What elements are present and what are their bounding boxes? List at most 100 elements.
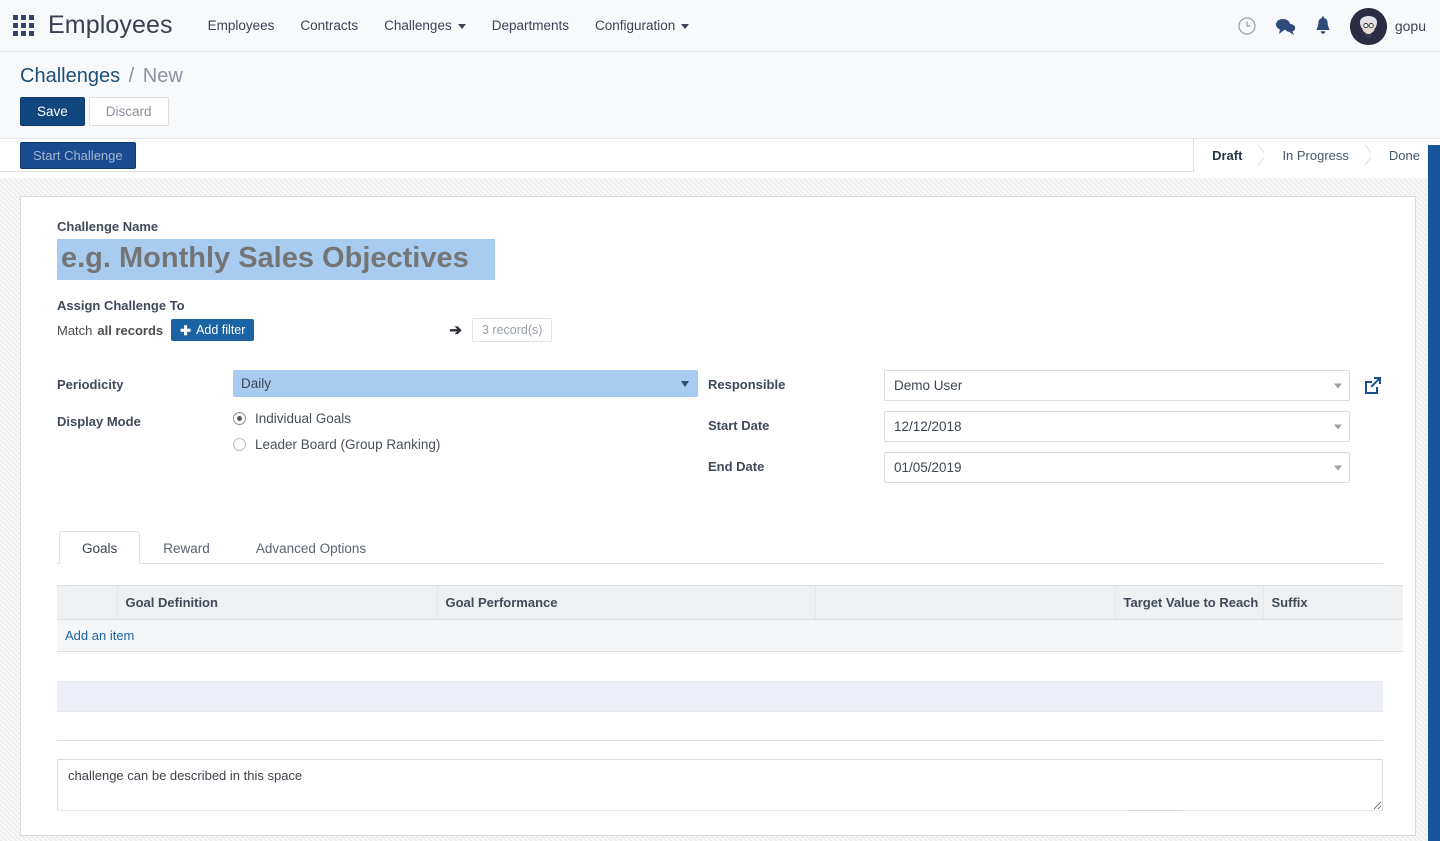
breadcrumb: Challenges / New — [20, 64, 1440, 88]
notebook-tabs: Goals Reward Advanced Options — [57, 531, 1383, 564]
discard-button[interactable]: Discard — [88, 97, 169, 126]
table-header-row: Goal Definition Goal Performance Target … — [57, 585, 1403, 620]
responsible-input-wrap — [884, 370, 1350, 401]
end-date-input-wrap — [884, 452, 1350, 483]
tab-reward[interactable]: Reward — [140, 531, 233, 564]
column-header-target-value[interactable]: Target Value to Reach — [1115, 585, 1264, 620]
record-count-wrap: ➔ 3 record(s) — [449, 318, 553, 342]
menu-item-label: Employees — [207, 18, 275, 33]
menu-item-configuration[interactable]: Configuration — [582, 12, 702, 39]
breadcrumb-root[interactable]: Challenges — [20, 65, 120, 87]
form-content-area: Challenge Name Assign Challenge To Match… — [0, 178, 1440, 841]
column-header-spacer — [815, 585, 1116, 620]
vertical-scrollbar[interactable] — [1427, 145, 1440, 841]
add-an-item-link[interactable]: Add an item — [65, 628, 134, 643]
menu-item-employees[interactable]: Employees — [195, 12, 288, 39]
periodicity-select-wrap: Daily — [233, 370, 698, 397]
control-panel: Challenges / New Save Discard — [0, 52, 1440, 139]
description-textarea[interactable] — [57, 759, 1383, 811]
scrollbar-thumb[interactable] — [1428, 145, 1440, 841]
bell-icon[interactable] — [1314, 16, 1332, 36]
challenge-name-label: Challenge Name — [57, 219, 159, 234]
save-button[interactable]: Save — [20, 97, 85, 126]
add-filter-button[interactable]: ✚ Add filter — [171, 319, 255, 341]
status-stage-label: Draft — [1212, 147, 1243, 163]
app-brand-title[interactable]: Employees — [48, 11, 173, 40]
chat-icon[interactable] — [1275, 17, 1296, 36]
field-end-date: End Date — [708, 452, 1383, 483]
add-item-cell: Add an item — [57, 619, 1403, 652]
status-stage-label: In Progress — [1282, 147, 1349, 163]
statusbar: Draft In Progress Done — [1193, 138, 1440, 172]
notebook: Goals Reward Advanced Options Goal Defin… — [57, 531, 1403, 741]
start-date-label: Start Date — [708, 418, 770, 433]
menu-item-challenges[interactable]: Challenges — [371, 12, 479, 39]
tab-goals[interactable]: Goals — [59, 531, 141, 564]
plus-icon: ✚ — [180, 322, 192, 338]
domain-filter-row: Match all records ✚ Add filter ➔ 3 recor… — [57, 318, 1383, 342]
form-columns: Periodicity Daily Display Mode Individua… — [57, 370, 1383, 493]
menu-item-label: Challenges — [384, 18, 452, 33]
tab-advanced-options[interactable]: Advanced Options — [233, 531, 389, 564]
display-mode-label: Display Mode — [57, 414, 141, 429]
description-underline-right — [1182, 810, 1383, 811]
menu-item-label: Contracts — [300, 18, 359, 33]
radio-label: Leader Board (Group Ranking) — [255, 437, 441, 452]
display-mode-radio-group: Individual Goals Leader Board (Group Ran… — [233, 407, 440, 463]
breadcrumb-separator: / — [128, 65, 135, 87]
menu-item-label: Configuration — [595, 18, 676, 33]
navbar-right-tools: gopu — [1237, 0, 1426, 52]
end-date-input[interactable] — [884, 452, 1350, 483]
start-date-input[interactable] — [884, 411, 1350, 442]
responsible-input[interactable] — [884, 370, 1350, 401]
menu-item-label: Departments — [491, 18, 569, 33]
user-menu[interactable]: gopu — [1349, 7, 1426, 45]
form-column-left: Periodicity Daily Display Mode Individua… — [57, 370, 702, 493]
column-header-suffix[interactable]: Suffix — [1263, 585, 1403, 620]
status-stage-in-progress[interactable]: In Progress — [1264, 138, 1371, 172]
radio-button-icon[interactable] — [233, 438, 246, 451]
username-label: gopu — [1394, 18, 1426, 34]
table-row-add: Add an item — [57, 619, 1403, 652]
description-underline-left — [57, 810, 1128, 811]
form-column-right: Responsible Start Date — [702, 370, 1383, 493]
status-stage-draft[interactable]: Draft — [1194, 138, 1265, 172]
challenge-name-input[interactable] — [57, 239, 495, 280]
record-count-badge[interactable]: 3 record(s) — [472, 318, 553, 342]
radio-label: Individual Goals — [255, 411, 352, 426]
top-navbar: Employees Employees Contracts Challenges… — [0, 0, 1440, 52]
column-header-goal-performance[interactable]: Goal Performance — [437, 585, 816, 620]
avatar — [1349, 7, 1387, 45]
column-header-handle — [57, 585, 118, 620]
field-display-mode: Display Mode Individual Goals Leader Boa… — [57, 407, 702, 463]
status-stage-label: Done — [1388, 147, 1420, 163]
breadcrumb-current: New — [142, 65, 183, 87]
responsible-label: Responsible — [708, 377, 786, 392]
end-date-label: End Date — [708, 459, 765, 474]
tab-label: Reward — [163, 541, 210, 556]
radio-individual-goals[interactable]: Individual Goals — [233, 411, 440, 426]
periodicity-label: Periodicity — [57, 377, 124, 392]
radio-leader-board[interactable]: Leader Board (Group Ranking) — [233, 437, 440, 452]
goals-table: Goal Definition Goal Performance Target … — [57, 585, 1403, 652]
match-prefix-label: Match — [57, 322, 93, 338]
assign-challenge-to-label: Assign Challenge To — [57, 298, 185, 313]
radio-button-icon[interactable] — [233, 412, 246, 425]
form-sheet: Challenge Name Assign Challenge To Match… — [20, 196, 1416, 836]
status-row: Start Challenge Draft In Progress Done — [0, 138, 1440, 172]
column-header-goal-definition[interactable]: Goal Definition — [117, 585, 438, 620]
periodicity-select[interactable]: Daily — [233, 370, 698, 397]
menu-item-contracts[interactable]: Contracts — [287, 12, 371, 39]
start-challenge-button[interactable]: Start Challenge — [20, 141, 136, 169]
chevron-down-icon — [457, 24, 466, 29]
field-responsible: Responsible — [708, 370, 1383, 401]
external-link-icon[interactable] — [1362, 375, 1383, 399]
main-menu: Employees Contracts Challenges Departmen… — [195, 12, 703, 39]
section-divider — [57, 740, 1383, 741]
tab-label: Goals — [82, 541, 118, 556]
menu-item-departments[interactable]: Departments — [479, 12, 582, 39]
apps-grid-icon[interactable] — [10, 13, 36, 39]
add-filter-label: Add filter — [196, 323, 246, 337]
clock-icon[interactable] — [1237, 16, 1257, 36]
field-start-date: Start Date — [708, 411, 1383, 442]
